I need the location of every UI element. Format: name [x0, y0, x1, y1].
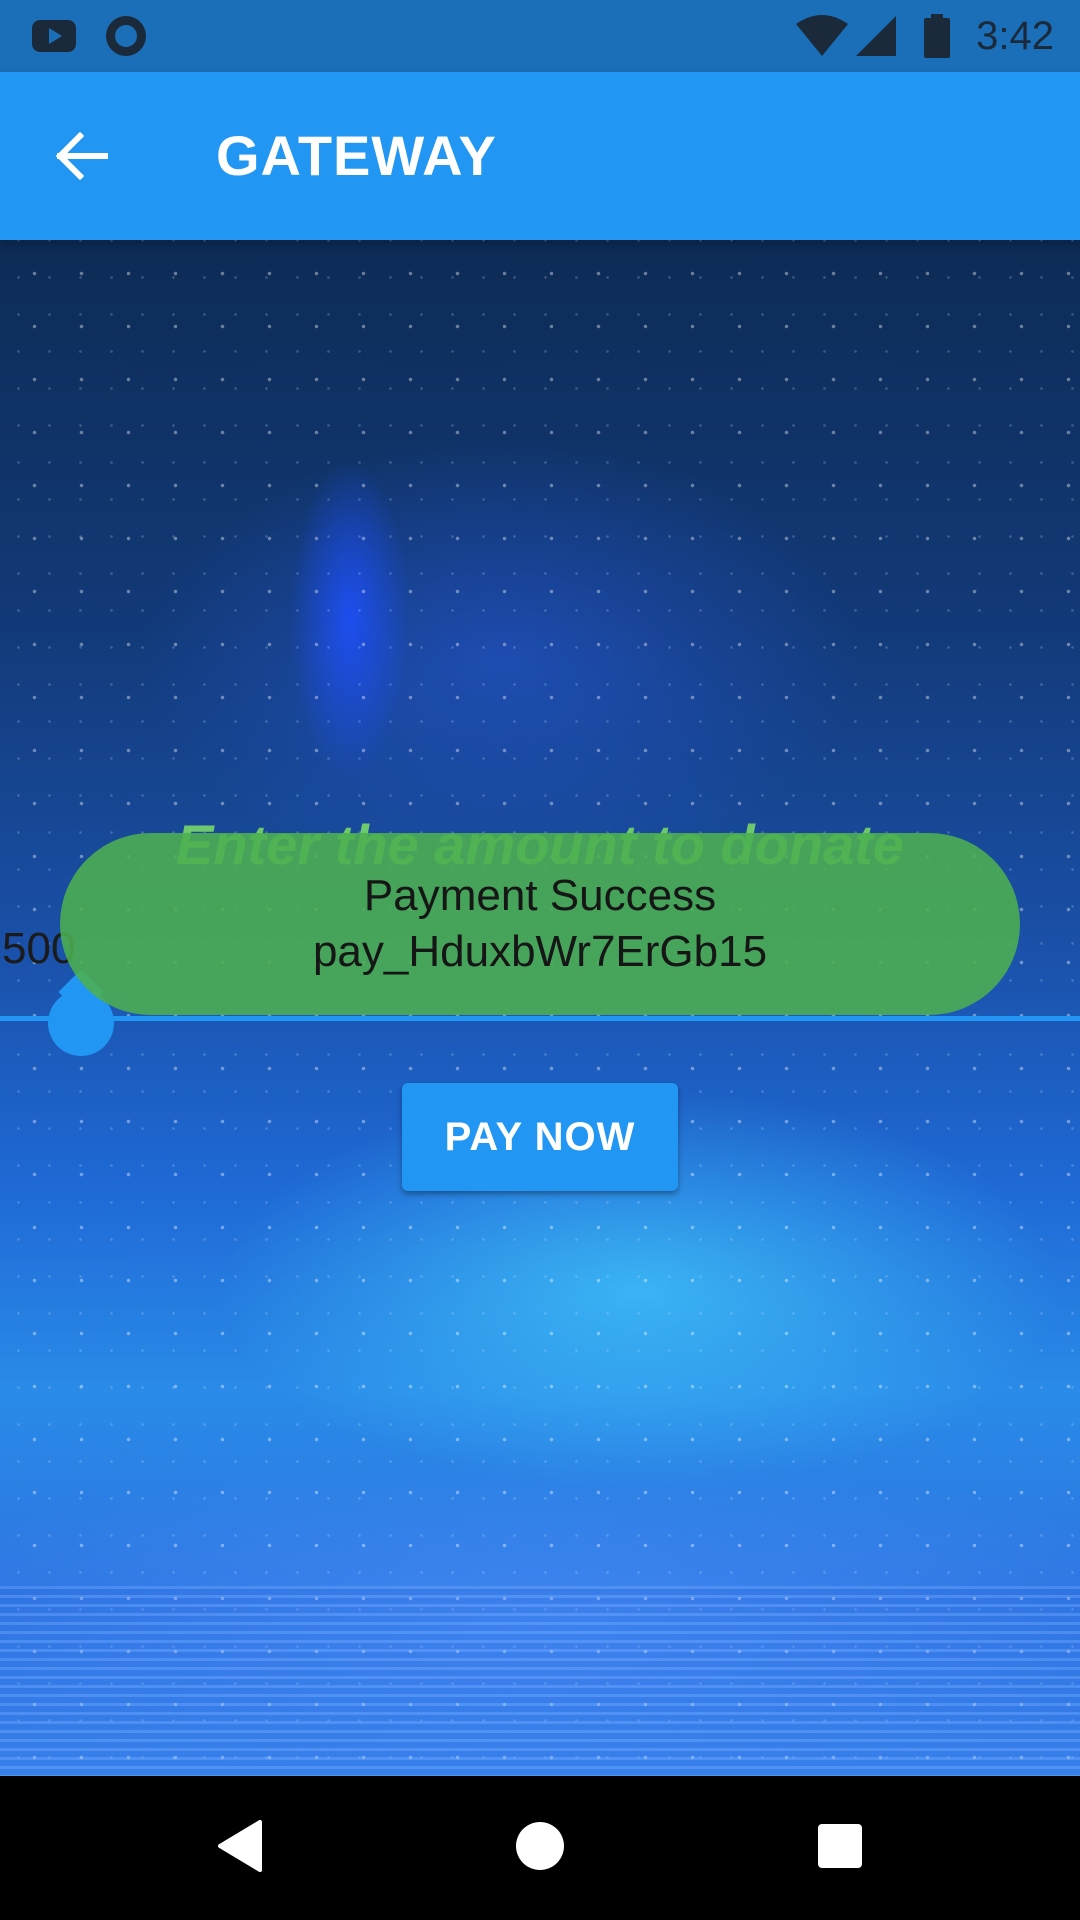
- amount-slider-track[interactable]: [0, 1016, 1080, 1021]
- app-bar: GATEWAY: [0, 72, 1080, 240]
- circle-app-icon: [104, 14, 148, 62]
- back-button[interactable]: [40, 116, 124, 200]
- nav-recents-button[interactable]: [804, 1812, 876, 1884]
- pay-now-button[interactable]: PAY NOW: [402, 1083, 678, 1191]
- nav-home-button[interactable]: [504, 1812, 576, 1884]
- water-background: [0, 1586, 1080, 1776]
- back-triangle-icon: [214, 1818, 266, 1878]
- status-time: 3:42: [976, 14, 1054, 58]
- payment-toast: Payment Success pay_HduxbWr7ErGb15: [60, 833, 1020, 1015]
- page-title: GATEWAY: [216, 124, 497, 187]
- status-bar: 3:42: [0, 0, 1080, 72]
- signal-icon: [856, 14, 898, 62]
- youtube-icon: [30, 14, 78, 62]
- nav-back-button[interactable]: [204, 1812, 276, 1884]
- navigation-bar: [0, 1776, 1080, 1920]
- toast-payment-id: pay_HduxbWr7ErGb15: [312, 927, 768, 976]
- home-circle-icon: [514, 1820, 566, 1876]
- recents-square-icon: [816, 1822, 864, 1874]
- toast-status-text: Payment Success: [363, 871, 717, 920]
- arrow-back-icon: [55, 131, 109, 184]
- battery-icon: [922, 14, 952, 64]
- wifi-icon: [794, 14, 850, 62]
